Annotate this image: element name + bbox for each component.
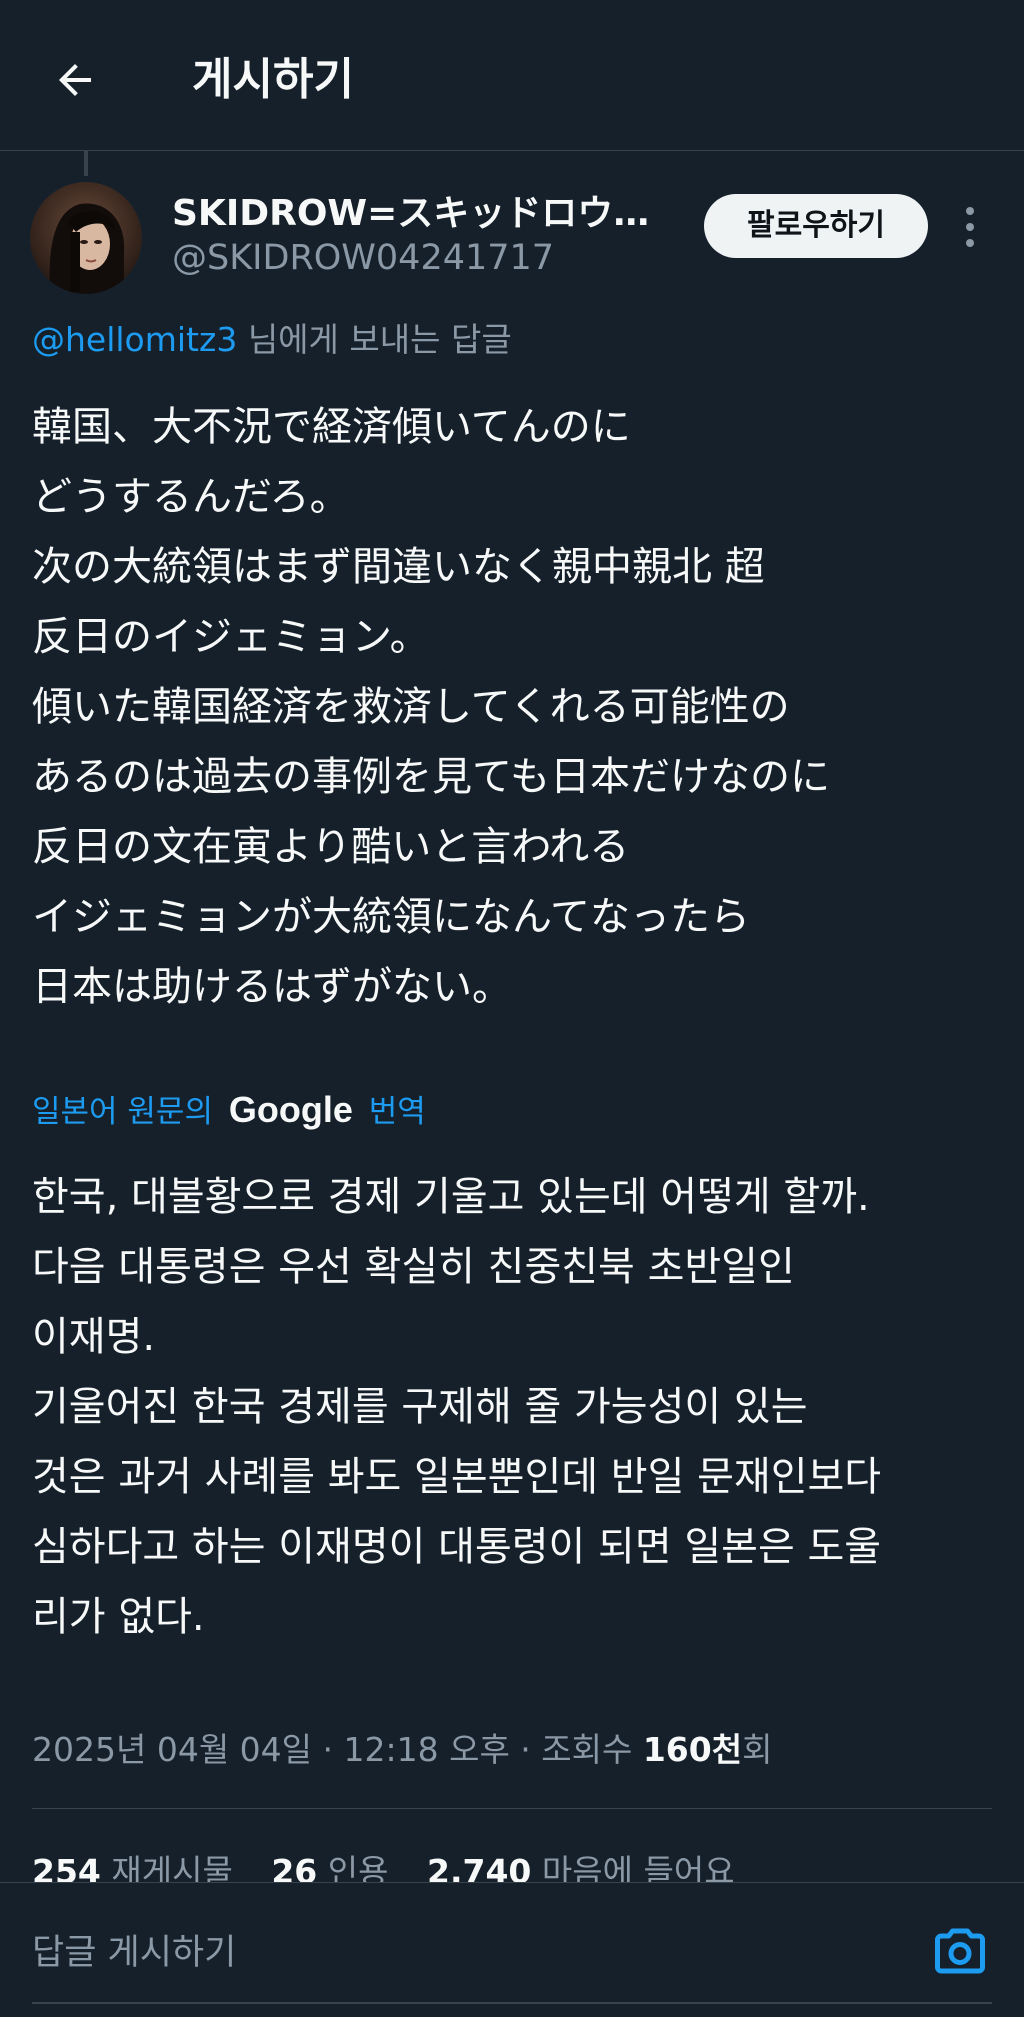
translation-prefix: 일본어 원문의: [32, 1094, 213, 1130]
author-handle[interactable]: @SKIDROW04241717: [172, 236, 554, 280]
bottom-divider: [32, 2002, 992, 2004]
translated-line: 다음 대통령은 우선 확실히 친중친북 초반일인: [32, 1244, 795, 1290]
tweet-line: イジェミョンが大統領になんてなったら: [32, 894, 750, 940]
reply-context: @hellomitz3 님에게 보내는 답글: [32, 318, 512, 362]
reply-composer-bar: 답글 게시하기: [0, 1882, 1024, 2017]
thread-connector: [84, 150, 88, 176]
tweet-line: 次の大統領はまず間違いなく親中親北 超: [32, 544, 765, 590]
back-button[interactable]: [40, 45, 110, 115]
tweet-body: 韓国、大不況で経済傾いてんのに どうするんだろ。 次の大統領はまず間違いなく親中…: [32, 392, 1002, 1022]
translated-line: 한국, 대불황으로 경제 기울고 있는데 어떻게 할까.: [32, 1174, 870, 1220]
reply-input[interactable]: 답글 게시하기: [32, 1929, 236, 1977]
view-count-suffix: 회: [742, 1730, 773, 1769]
page-title: 게시하기: [192, 54, 354, 105]
translated-line: 기울어진 한국 경제를 구제해 줄 가능성이 있는: [32, 1384, 808, 1430]
reply-mention-link[interactable]: @hellomitz3: [32, 320, 237, 359]
translation-attribution[interactable]: 일본어 원문의 Google 번역: [32, 1086, 426, 1136]
tweet-line: どうするんだろ。: [32, 474, 350, 520]
translated-line: 것은 과거 사례를 봐도 일본뿐인데 반일 문재인보다: [32, 1454, 882, 1500]
follow-button[interactable]: 팔로우하기: [704, 194, 928, 258]
tweet-line: 韓国、大不況で経済傾いてんのに: [32, 404, 631, 450]
translated-line: 이재명.: [32, 1314, 156, 1360]
camera-button[interactable]: [930, 1921, 990, 1981]
tweet-timestamp: 2025년 04월 04일 · 12:18 오후 · 조회수 160천회: [32, 1726, 772, 1774]
tweet-line: 日本は助けるはずがない。: [32, 964, 512, 1010]
avatar[interactable]: [30, 182, 142, 294]
tweet-line: 傾いた韓国経済を救済してくれる可能性の: [32, 684, 790, 730]
translation-suffix: 번역: [368, 1094, 426, 1130]
view-count[interactable]: 160천: [643, 1730, 742, 1769]
author-display-name[interactable]: SKIDROW=スキッドロウ…: [172, 192, 649, 236]
translated-line: 리가 없다.: [32, 1594, 205, 1640]
avatar-image: [30, 182, 142, 294]
back-arrow-icon: [59, 64, 91, 96]
top-bar: 게시하기: [0, 0, 1024, 151]
timestamp-text: 2025년 04월 04일 · 12:18 오후 · 조회수: [32, 1730, 643, 1769]
translated-body: 한국, 대불황으로 경제 기울고 있는데 어떻게 할까. 다음 대통령은 우선 …: [32, 1162, 1012, 1652]
tweet-line: 反日のイジェミョン。: [32, 614, 430, 660]
google-logo-text: Google: [228, 1089, 353, 1130]
divider: [32, 1808, 992, 1809]
tweet-line: 反日の文在寅より酷いと言われる: [32, 824, 630, 870]
more-options-icon[interactable]: [955, 205, 985, 249]
reply-context-text: 님에게 보내는 답글: [237, 320, 512, 359]
tweet-line: あるのは過去の事例を見ても日本だけなのに: [32, 754, 830, 800]
camera-icon: [935, 1928, 985, 1974]
translated-line: 심하다고 하는 이재명이 대통령이 되면 일본은 도울: [32, 1524, 882, 1570]
